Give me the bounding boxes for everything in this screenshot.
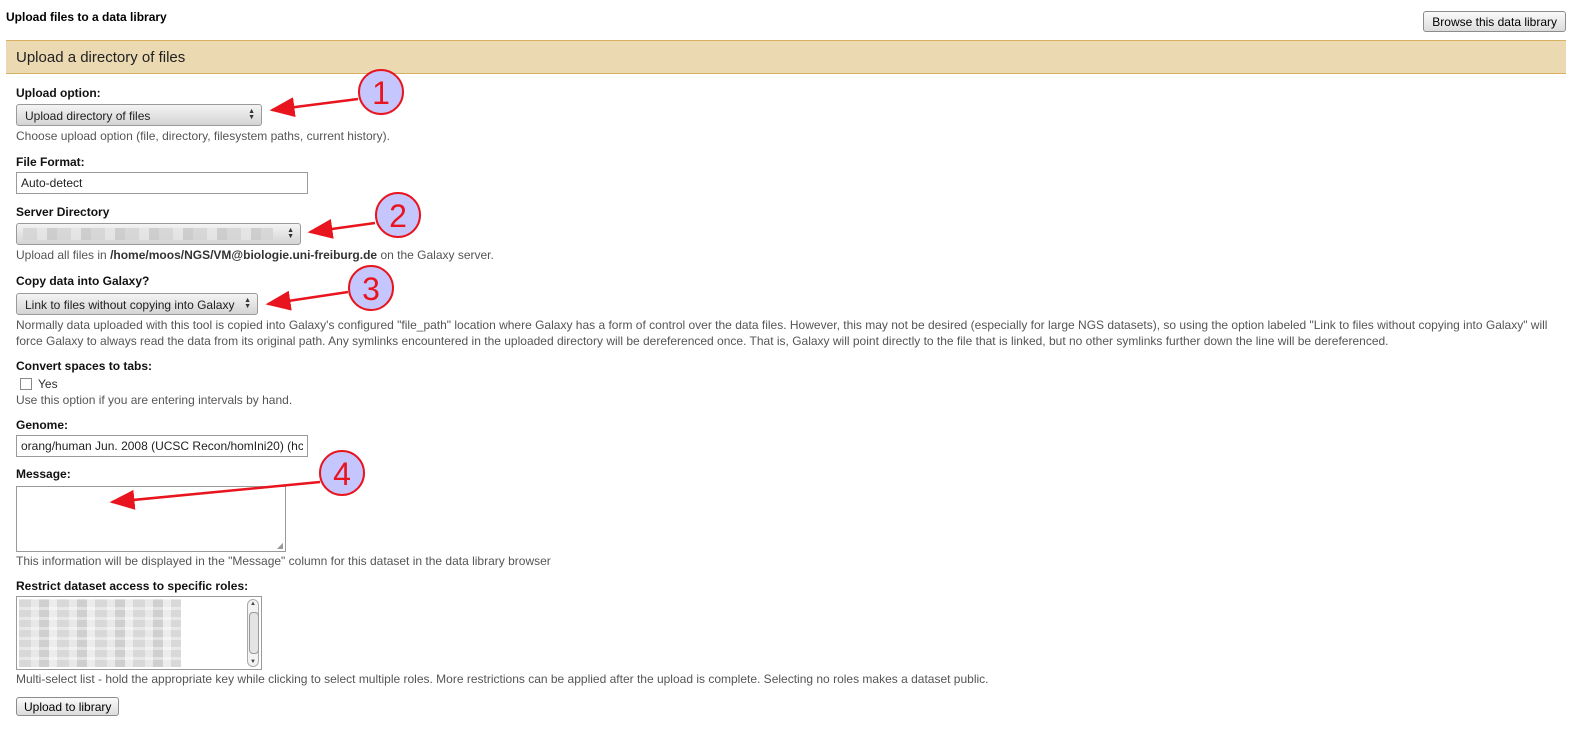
redacted-value [23,228,273,240]
select-arrows-icon: ▲ ▼ [248,108,255,121]
browse-library-button[interactable]: Browse this data library [1423,11,1566,32]
message-help: This information will be displayed in th… [16,554,551,568]
convert-spaces-checkbox-label: Yes [38,377,58,391]
resize-grip-icon[interactable]: ◢ [277,541,283,550]
convert-spaces-option: Yes [20,377,58,391]
select-arrows-icon: ▲ ▼ [287,227,294,240]
page-title: Upload files to a data library [6,10,167,24]
annotation-arrow-3 [265,290,349,311]
copy-data-label: Copy data into Galaxy? [16,274,150,288]
roles-scrollbar[interactable]: ▲ ▼ [247,599,259,667]
annotation-arrow-2 [307,219,376,239]
copy-data-help: Normally data uploaded with this tool is… [16,318,1548,348]
server-directory-path: /home/moos/NGS/VM@biologie.uni-freiburg.… [110,248,378,262]
convert-spaces-label: Convert spaces to tabs: [16,359,153,373]
annotation-marker-4: 4 [319,450,365,496]
scroll-down-icon[interactable]: ▼ [250,659,256,665]
message-label: Message: [16,467,71,481]
scroll-thumb[interactable] [249,612,259,654]
copy-data-select[interactable]: Link to files without copying into Galax… [16,293,258,315]
convert-spaces-checkbox[interactable] [20,378,32,390]
message-textarea[interactable]: ◢ [16,486,286,552]
upload-option-value: Upload directory of files [25,109,151,123]
panel-header: Upload a directory of files [6,40,1566,74]
file-format-input[interactable] [16,172,308,194]
server-directory-label: Server Directory [16,205,110,219]
svg-text:4: 4 [333,456,351,492]
server-directory-select[interactable]: ▲ ▼ [16,223,301,245]
genome-input[interactable] [16,435,308,457]
convert-spaces-help: Use this option if you are entering inte… [16,393,293,407]
upload-option-select[interactable]: Upload directory of files ▲ ▼ [16,104,262,126]
server-directory-help: Upload all files in /home/moos/NGS/VM@bi… [16,248,494,262]
upload-to-library-button[interactable]: Upload to library [16,697,120,716]
annotation-marker-2: 2 [375,192,421,238]
roles-label: Restrict dataset access to specific role… [16,579,249,593]
select-arrows-icon: ▲ ▼ [244,297,251,310]
svg-text:3: 3 [362,271,380,307]
file-format-label: File Format: [16,155,85,169]
genome-label: Genome: [16,418,69,432]
scroll-up-icon[interactable]: ▲ [250,601,256,607]
roles-help: Multi-select list - hold the appropriate… [16,672,989,686]
annotation-marker-3: 3 [348,265,394,311]
copy-data-value: Link to files without copying into Galax… [25,298,235,312]
upload-option-label: Upload option: [16,86,101,100]
redacted-roles [19,599,181,667]
upload-option-help: Choose upload option (file, directory, f… [16,129,390,143]
roles-multiselect[interactable]: ▲ ▼ [16,596,262,670]
annotation-arrow-1 [269,97,359,118]
svg-text:2: 2 [389,198,407,234]
annotation-marker-1: 1 [358,69,404,115]
svg-text:1: 1 [372,75,390,111]
